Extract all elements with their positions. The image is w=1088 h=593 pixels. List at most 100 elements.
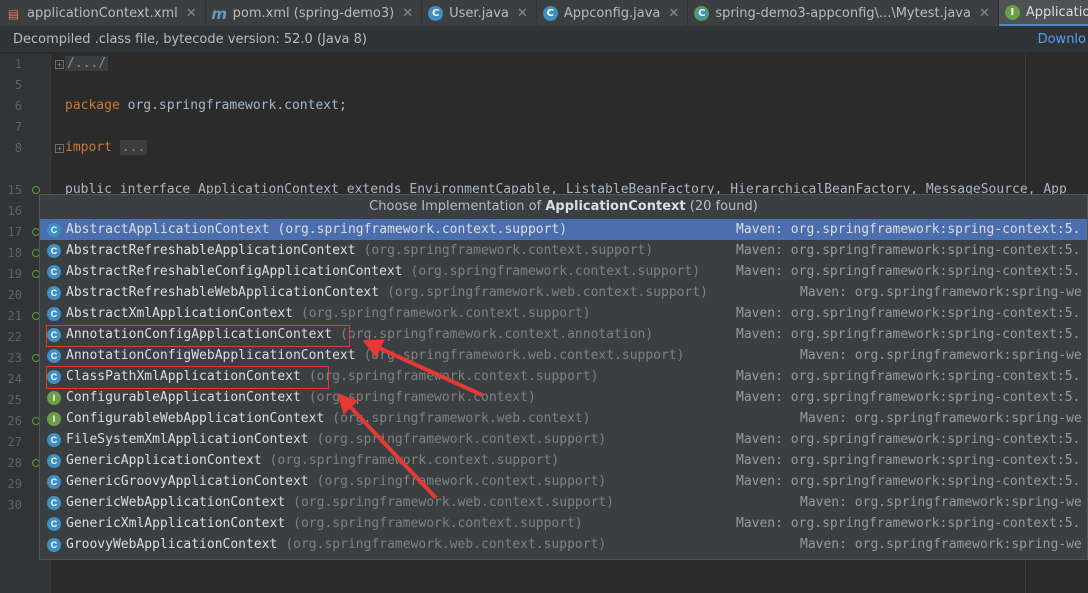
implementation-item[interactable]: C AnnotationConfigWebApplicationContext (o…: [40, 345, 1087, 366]
class-name-text: GenericXmlApplicationContext: [66, 516, 286, 531]
library-source: Maven: org.springframework:spring-we: [800, 495, 1082, 510]
class-icon: C: [47, 538, 61, 552]
implementation-item[interactable]: C FileSystemXmlApplicationContext (org.spr…: [40, 429, 1087, 450]
class-icon: C: [47, 244, 61, 258]
tab-label: User.java: [449, 6, 509, 21]
class-name: GroovyWebApplicationContext (org.springfr…: [66, 534, 606, 555]
class-name-text: AbstractRefreshableApplicationContext: [66, 243, 356, 258]
line-number: 19: [7, 267, 22, 281]
library-source: Maven: org.springframework:spring-contex…: [736, 369, 1081, 384]
class-name-text: AnnotationConfigWebApplicationContext: [66, 348, 356, 363]
class-icon: C: [47, 433, 61, 447]
folded-header[interactable]: /.../: [65, 56, 109, 71]
folded-imports[interactable]: ...: [119, 140, 148, 155]
class-name: ConfigurableApplicationContext (org.sprin…: [66, 387, 536, 408]
class-name: GenericGroovyApplicationContext (org.spri…: [66, 471, 606, 492]
close-icon[interactable]: ✕: [668, 6, 679, 21]
class-name-text: AbstractRefreshableWebApplicationContext: [66, 285, 380, 300]
tab-mytest-java[interactable]: C spring-demo3-appconfig\...\Mytest.java…: [688, 0, 999, 26]
line-number: 26: [7, 414, 22, 428]
tab-label: Appconfig.java: [563, 6, 661, 21]
implementation-item[interactable]: C GroovyWebApplicationContext (org.springf…: [40, 534, 1087, 555]
tab-label: applicationContext.xml: [27, 6, 178, 21]
line-number: 20: [7, 288, 22, 302]
fold-expand-icon[interactable]: +: [55, 60, 64, 69]
code-line-fold-header: /.../: [65, 56, 109, 71]
implementation-item[interactable]: C AbstractXmlApplicationContext (org.sprin…: [40, 303, 1087, 324]
class-name-text: GroovyWebApplicationContext: [66, 537, 278, 552]
implementation-item[interactable]: C GenericXmlApplicationContext (org.spring…: [40, 513, 1087, 534]
package-name: (org.springframework.web.context): [332, 411, 591, 426]
package-name: (org.springframework.context.support): [300, 306, 591, 321]
class-name: GenericWebApplicationContext (org.springf…: [66, 492, 614, 513]
class-name: AbstractApplicationContext (org.springfra…: [66, 219, 567, 240]
line-number: 28: [7, 456, 22, 470]
close-icon[interactable]: ✕: [186, 6, 197, 21]
package-name: (org.springframework.context.support): [277, 222, 568, 237]
close-icon[interactable]: ✕: [979, 6, 990, 21]
class-icon: C: [47, 517, 61, 531]
class-name: AnnotationConfigWebApplicationContext (or…: [66, 345, 685, 366]
class-icon: C: [47, 475, 61, 489]
line-number: 15: [7, 183, 22, 197]
library-source: Maven: org.springframework:spring-we: [800, 348, 1082, 363]
implementation-item[interactable]: C GenericApplicationContext (org.springfra…: [40, 450, 1087, 471]
close-icon[interactable]: ✕: [402, 6, 413, 21]
download-sources-link[interactable]: Downlo: [1038, 32, 1086, 47]
line-number: 1: [14, 57, 22, 71]
line-number: 29: [7, 477, 22, 491]
implementation-item[interactable]: I ConfigurableWebApplicationContext (org.s…: [40, 408, 1087, 429]
package-name: (org.springframework.context.support): [410, 264, 701, 279]
class-name: AbstractRefreshableConfigApplicationCont…: [66, 261, 700, 282]
tab-label: spring-demo3-appconfig\...\Mytest.java: [715, 6, 971, 21]
code-line-import: import ...: [65, 140, 148, 155]
tab-user-java[interactable]: C User.java ✕: [422, 0, 537, 26]
interface-icon: I: [1004, 4, 1020, 20]
interface-icon: I: [47, 412, 61, 426]
implementation-item[interactable]: C GenericWebApplicationContext (org.spring…: [40, 492, 1087, 513]
line-number: 7: [14, 120, 22, 134]
editor-tab-bar: ▤ applicationContext.xml ✕ m pom.xml (sp…: [0, 0, 1088, 27]
library-source: Maven: org.springframework:spring-contex…: [736, 390, 1081, 405]
package-name: (org.springframework.context.support): [308, 369, 599, 384]
decompiled-message: Decompiled .class file, bytecode version…: [13, 32, 367, 47]
line-number: 25: [7, 393, 22, 407]
implementation-item[interactable]: I ConfigurableApplicationContext (org.spri…: [40, 387, 1087, 408]
highlight-box: [46, 325, 350, 347]
class-name-text: ConfigurableApplicationContext: [66, 390, 301, 405]
fold-expand-icon[interactable]: +: [55, 144, 64, 153]
implementation-item[interactable]: C GenericGroovyApplicationContext (org.spr…: [40, 471, 1087, 492]
tab-appconfig-java[interactable]: C Appconfig.java ✕: [537, 0, 689, 26]
close-icon[interactable]: ✕: [517, 6, 528, 21]
package-name: (org.springframework.context): [308, 390, 536, 405]
line-number: 8: [14, 141, 22, 155]
package-name: (org.springframework.context.annotation): [340, 327, 654, 342]
class-name-text: GenericApplicationContext: [66, 453, 262, 468]
implementation-marker-icon[interactable]: [32, 186, 40, 194]
line-number: 21: [7, 309, 22, 323]
line-number: 23: [7, 351, 22, 365]
tab-application-context-xml[interactable]: ▤ applicationContext.xml ✕: [0, 0, 206, 26]
class-name: GenericApplicationContext (org.springfram…: [66, 450, 559, 471]
class-name-text: ConfigurableWebApplicationContext: [66, 411, 325, 426]
popup-title: Choose Implementation of ApplicationCont…: [40, 195, 1087, 219]
test-class-icon: C: [694, 6, 710, 21]
implementation-item[interactable]: C AbstractRefreshableApplicationContext (o…: [40, 240, 1087, 261]
class-icon: C: [47, 454, 61, 468]
library-source: Maven: org.springframework:spring-contex…: [736, 432, 1081, 447]
line-number: 6: [14, 99, 22, 113]
package-name: (org.springframework.web.context.support…: [285, 537, 607, 552]
library-source: Maven: org.springframework:spring-contex…: [736, 474, 1081, 489]
implementation-item[interactable]: C AbstractRefreshableConfigApplicationCon…: [40, 261, 1087, 282]
tab-application-context-class[interactable]: I ApplicationContext.class: [998, 0, 1088, 26]
line-number: 18: [7, 246, 22, 260]
package-name: org.springframework.context;: [127, 98, 347, 113]
implementation-item[interactable]: C AbstractApplicationContext (org.springfr…: [40, 219, 1087, 240]
package-name: (org.springframework.context.support): [316, 432, 607, 447]
library-source: Maven: org.springframework:spring-contex…: [736, 222, 1081, 237]
package-name: (org.springframework.context.support): [293, 516, 583, 531]
tab-pom-xml[interactable]: m pom.xml (spring-demo3) ✕: [206, 0, 423, 26]
implementation-item[interactable]: C AbstractRefreshableWebApplicationContex…: [40, 282, 1087, 303]
xml-file-icon: ▤: [7, 6, 20, 21]
library-source: Maven: org.springframework:spring-contex…: [736, 243, 1081, 258]
